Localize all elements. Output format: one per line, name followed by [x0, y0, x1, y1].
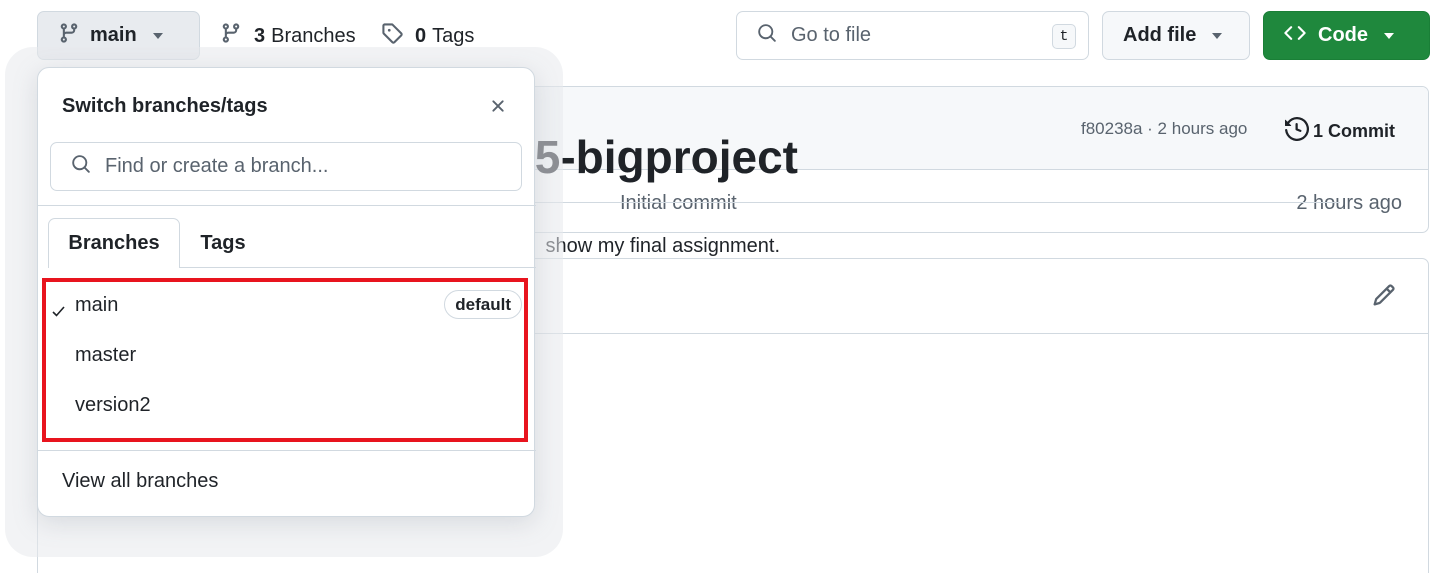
branch-item-main[interactable]: main default — [38, 280, 536, 330]
git-branch-icon — [220, 22, 242, 50]
divider — [38, 450, 536, 451]
file-commit-message[interactable]: Initial commit — [620, 192, 737, 215]
commits-count-label: 1 Commit — [1313, 121, 1396, 141]
branch-item-master[interactable]: master — [38, 330, 536, 380]
branch-list: main default master version2 — [38, 280, 536, 430]
shortcut-key: t — [1052, 24, 1076, 49]
caret-down-icon — [1212, 32, 1223, 39]
file-commit-time: 2 hours ago — [1296, 192, 1402, 214]
history-icon — [1285, 116, 1310, 146]
branches-count: 3 — [254, 24, 266, 47]
tab-underline — [180, 267, 536, 268]
caret-down-icon — [152, 32, 163, 39]
branch-search-input[interactable]: Find or create a branch... — [50, 142, 522, 191]
branch-selector-label: main — [90, 24, 137, 46]
pencil-icon[interactable] — [1372, 283, 1396, 312]
tags-count: 0 — [415, 24, 427, 47]
branches-link[interactable]: 3 Branches — [220, 22, 356, 50]
divider — [38, 205, 536, 206]
code-button[interactable]: Code — [1263, 11, 1430, 60]
add-file-label: Add file — [1123, 24, 1197, 46]
check-icon — [52, 300, 65, 323]
tab-branches[interactable]: Branches — [48, 218, 180, 268]
view-all-branches-link[interactable]: View all branches — [62, 470, 218, 493]
readme-divider — [495, 202, 1340, 203]
search-icon — [757, 23, 777, 49]
close-icon[interactable] — [488, 96, 508, 121]
default-badge: default — [444, 290, 522, 319]
search-icon — [71, 154, 91, 180]
branch-dropdown: Switch branches/tags Find or create a br… — [37, 67, 536, 517]
branch-search-placeholder: Find or create a branch... — [105, 155, 329, 177]
tag-icon — [381, 22, 403, 50]
code-label: Code — [1318, 24, 1368, 46]
branch-name: main — [75, 294, 119, 316]
git-branch-icon — [58, 22, 80, 50]
go-to-file-placeholder: Go to file — [791, 24, 872, 46]
branches-word: Branches — [271, 24, 356, 47]
tab-tags[interactable]: Tags — [183, 218, 263, 268]
branch-name: master — [75, 344, 137, 366]
code-icon — [1284, 22, 1306, 50]
go-to-file-input[interactable]: Go to file t — [736, 11, 1089, 60]
dropdown-title: Switch branches/tags — [62, 95, 268, 117]
commits-link[interactable]: 1 Commit — [1285, 116, 1396, 146]
add-file-button[interactable]: Add file — [1102, 11, 1250, 60]
branch-name: version2 — [75, 394, 151, 416]
tags-word: Tags — [432, 24, 475, 47]
caret-down-icon — [1384, 32, 1394, 39]
commit-hash-time[interactable]: f80238a · 2 hours ago — [1081, 119, 1247, 139]
branch-item-version2[interactable]: version2 — [38, 380, 536, 430]
tags-link[interactable]: 0 Tags — [381, 22, 474, 50]
